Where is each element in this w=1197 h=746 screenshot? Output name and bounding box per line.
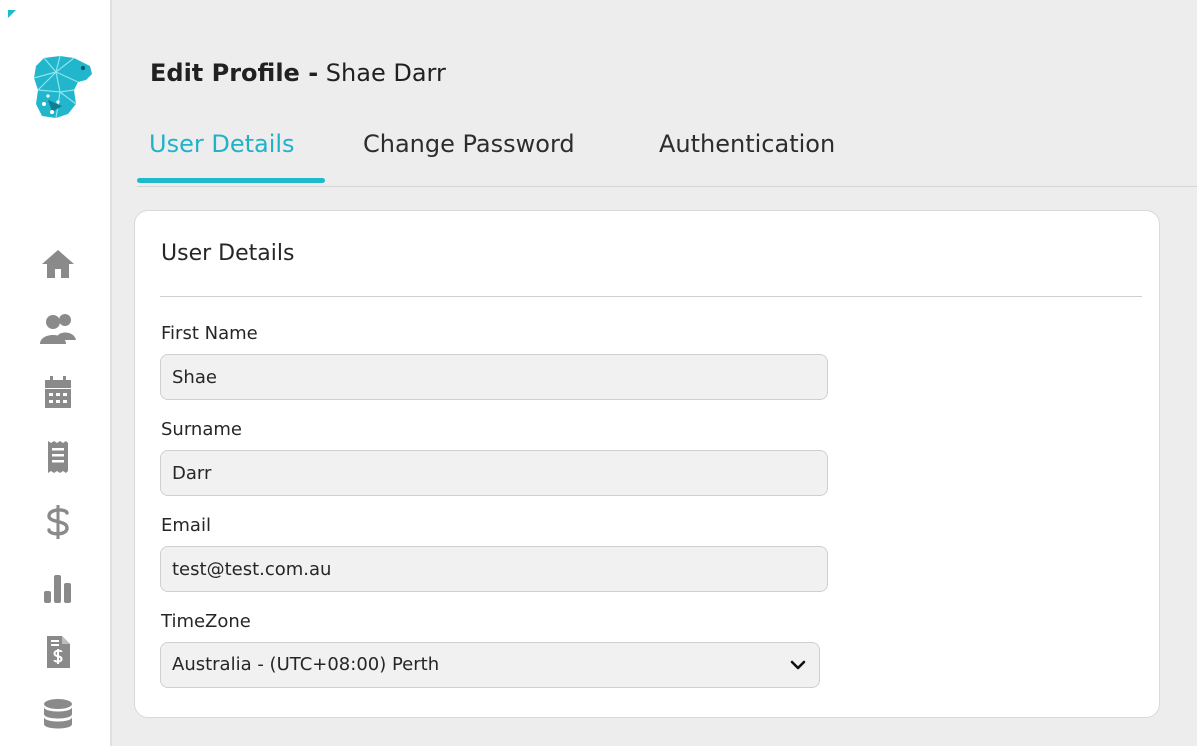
invoice-icon[interactable] <box>38 632 78 672</box>
brand-logo[interactable] <box>30 52 94 124</box>
user-details-card: User Details First Name Surname Email Ti… <box>134 210 1160 718</box>
card-title: User Details <box>161 241 295 266</box>
first-name-label: First Name <box>161 323 258 344</box>
receipt-icon[interactable] <box>38 437 78 477</box>
surname-field[interactable] <box>160 450 828 496</box>
tab-change-password[interactable]: Change Password <box>363 126 575 162</box>
timezone-label: TimeZone <box>161 611 251 632</box>
calendar-icon[interactable] <box>38 372 78 412</box>
main-content: Edit Profile - Shae Darr User Details Ch… <box>112 0 1197 746</box>
timezone-value: Australia - (UTC+08:00) Perth <box>172 654 440 675</box>
users-icon[interactable] <box>38 308 78 348</box>
email-label: Email <box>161 515 211 536</box>
tab-authentication[interactable]: Authentication <box>659 126 835 162</box>
page-title: Edit Profile - Shae Darr <box>150 58 446 88</box>
corner-mark <box>8 10 16 18</box>
dollar-icon[interactable] <box>38 502 78 542</box>
page-title-name: Shae Darr <box>325 59 446 87</box>
home-icon[interactable] <box>38 244 78 284</box>
bar-chart-icon[interactable] <box>38 567 78 607</box>
sidebar <box>0 0 112 746</box>
card-divider <box>160 296 1142 297</box>
timezone-select[interactable]: Australia - (UTC+08:00) Perth <box>160 642 820 688</box>
database-icon[interactable] <box>38 696 78 736</box>
email-field[interactable] <box>160 546 828 592</box>
chevron-down-icon <box>790 660 806 670</box>
tab-user-details[interactable]: User Details <box>149 126 295 162</box>
first-name-field[interactable] <box>160 354 828 400</box>
surname-label: Surname <box>161 419 242 440</box>
active-tab-indicator <box>137 178 325 183</box>
tab-bar: User Details Change Password Authenticat… <box>137 120 1197 187</box>
page-title-prefix: Edit Profile - <box>150 59 319 87</box>
